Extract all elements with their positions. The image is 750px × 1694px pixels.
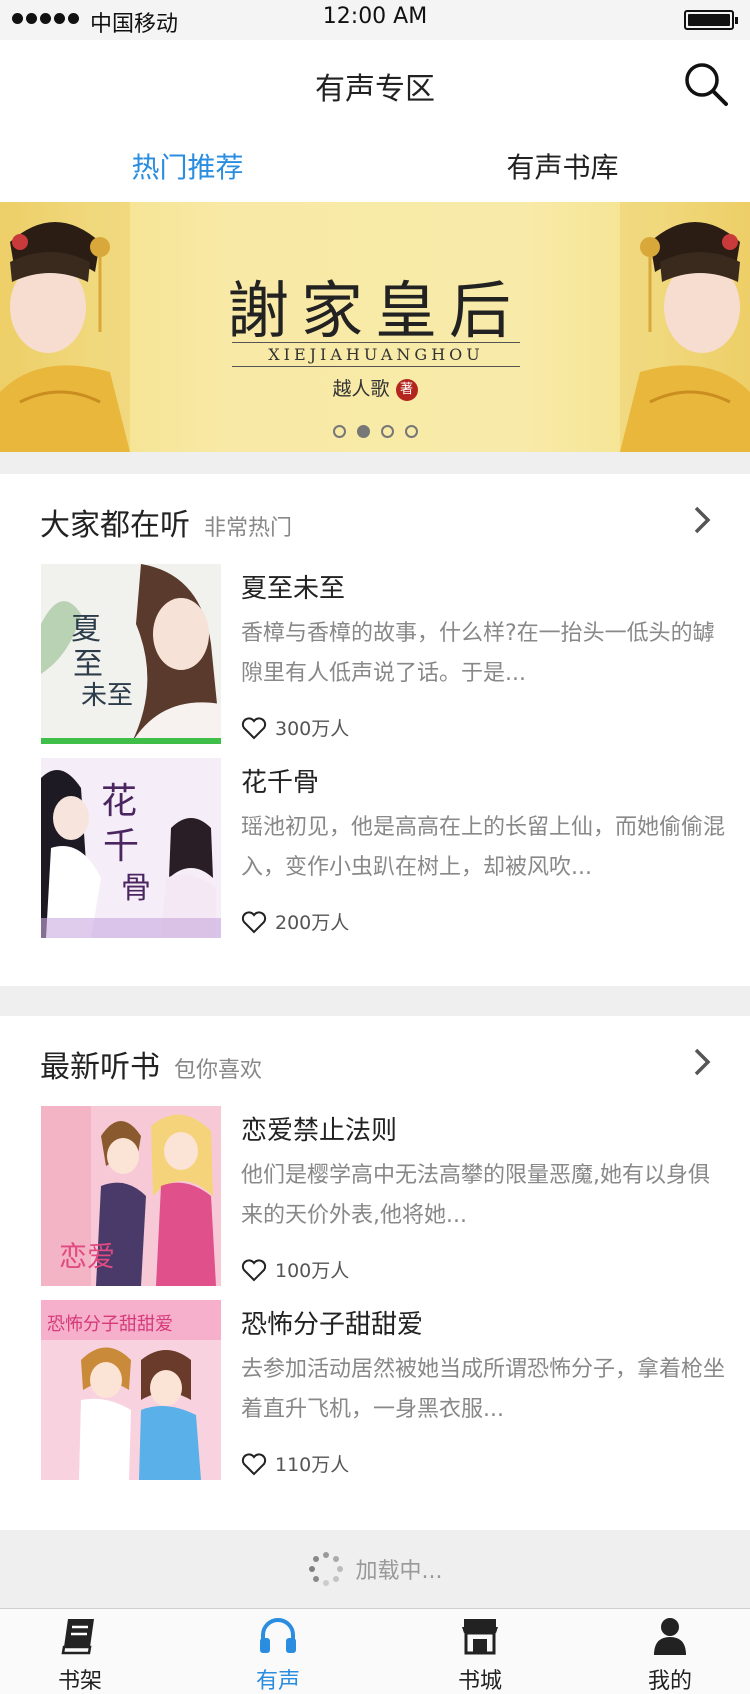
loading-indicator: 加载中... xyxy=(0,1530,750,1608)
heart-icon[interactable] xyxy=(241,1452,267,1476)
tab-audio-library[interactable]: 有声书库 xyxy=(375,130,750,202)
nav-label: 我的 xyxy=(647,1669,692,1694)
svg-text:花: 花 xyxy=(101,781,137,822)
page-title: 有声专区 xyxy=(315,72,435,107)
book-description: 瑶池初见，他是高高在上的长留上仙，而她偷偷混入，变作小虫趴在树上，却被风吹... xyxy=(241,815,726,880)
section-latest: 最新听书 包你喜欢 恋爱 恋爱禁止法则 他们是樱学高中无法高攀的限量恶魔,她有以… xyxy=(0,1016,750,1530)
person-icon xyxy=(654,1618,686,1655)
book-title[interactable]: 花千骨 xyxy=(241,762,319,799)
chevron-right-icon[interactable] xyxy=(690,1046,714,1078)
heart-icon[interactable] xyxy=(241,910,267,934)
book-icon xyxy=(61,1619,94,1655)
headphones-icon xyxy=(260,1618,296,1653)
book-cover-image[interactable]: 夏 至 未至 xyxy=(41,564,221,744)
search-button[interactable] xyxy=(682,60,730,108)
list-item[interactable]: 恋爱 恋爱禁止法则 他们是樱学高中无法高攀的限量恶魔,她有以身俱来的天价外表,他… xyxy=(0,1106,750,1296)
likes-value: 300万人 xyxy=(275,718,350,740)
nav-profile[interactable]: 我的 xyxy=(610,1613,730,1694)
likes-value: 110万人 xyxy=(275,1454,350,1476)
carousel-dot[interactable] xyxy=(404,425,418,438)
carousel-dot-active[interactable] xyxy=(356,425,370,438)
heart-icon[interactable] xyxy=(241,1258,267,1282)
banner-carousel[interactable]: 謝家皇后 XIEJIAHUANGHOU 越人歌著 xyxy=(0,202,750,452)
bottom-navigation: 书架 有声 书城 我的 xyxy=(0,1608,750,1694)
svg-text:未至: 未至 xyxy=(81,681,133,711)
svg-text:至: 至 xyxy=(73,647,103,682)
section-popular: 大家都在听 非常热门 夏 至 未至 夏至未至 香樟与香樟的故事，什么样?在一抬头… xyxy=(0,474,750,986)
section-header[interactable]: 最新听书 包你喜欢 xyxy=(40,1042,262,1086)
section-divider xyxy=(0,452,750,474)
book-cover-image[interactable]: 恐怖分子甜甜爱 xyxy=(41,1300,221,1480)
svg-text:恐怖分子甜甜爱: 恐怖分子甜甜爱 xyxy=(47,1314,173,1335)
list-item[interactable]: 花 千 骨 花千骨 瑶池初见，他是高高在上的长留上仙，而她偷偷混入，变作小虫趴在… xyxy=(0,758,750,948)
nav-bookshelf[interactable]: 书架 xyxy=(20,1613,140,1694)
banner-author-name: 越人歌 xyxy=(332,378,390,400)
section-subtitle: 非常热门 xyxy=(204,516,293,541)
battery-icon xyxy=(684,10,738,30)
nav-audio[interactable]: 有声 xyxy=(218,1613,338,1694)
book-description: 香樟与香樟的故事，什么样?在一抬头一低头的罅隙里有人低声说了话。于是... xyxy=(241,621,715,686)
book-description: 去参加活动居然被她当成所谓恐怖分子，拿着枪坐着直升飞机，一身黑衣服... xyxy=(241,1357,726,1422)
nav-label: 书城 xyxy=(457,1669,502,1694)
tab-hot-recommend[interactable]: 热门推荐 xyxy=(0,130,375,202)
banner-title: 謝家皇后 xyxy=(226,274,523,347)
book-description: 他们是樱学高中无法高攀的限量恶魔,她有以身俱来的天价外表,他将她... xyxy=(241,1163,710,1228)
list-item[interactable]: 恐怖分子甜甜爱 恐怖分子甜甜爱 去参加活动居然被她当成所谓恐怖分子，拿着枪坐着直… xyxy=(0,1300,750,1490)
section-subtitle: 包你喜欢 xyxy=(174,1058,263,1083)
likes-count: 100万人 xyxy=(241,1256,349,1283)
svg-text:骨: 骨 xyxy=(121,871,151,906)
heart-icon[interactable] xyxy=(241,716,267,740)
spinner-icon xyxy=(308,1552,343,1586)
svg-text:千: 千 xyxy=(103,826,139,867)
status-bar: 中国移动 12:00 AM xyxy=(0,0,750,40)
chevron-right-icon[interactable] xyxy=(690,504,714,536)
banner-pinyin: XIEJIAHUANGHOU xyxy=(232,342,520,367)
book-title[interactable]: 夏至未至 xyxy=(241,568,345,605)
section-header[interactable]: 大家都在听 非常热门 xyxy=(40,500,292,544)
book-title[interactable]: 恋爱禁止法则 xyxy=(241,1110,397,1147)
search-icon xyxy=(685,63,728,106)
section-divider xyxy=(0,986,750,1016)
nav-label: 有声 xyxy=(255,1669,300,1694)
book-cover-image[interactable]: 花 千 骨 xyxy=(41,758,221,938)
loading-text: 加载中... xyxy=(355,1559,443,1584)
carousel-indicator xyxy=(0,425,750,438)
tab-bar: 热门推荐 有声书库 xyxy=(0,130,750,202)
svg-text:恋爱: 恋爱 xyxy=(59,1240,115,1273)
app-header: 有声专区 xyxy=(0,40,750,130)
likes-count: 110万人 xyxy=(241,1450,349,1477)
author-seal-badge: 著 xyxy=(395,379,418,401)
likes-count: 200万人 xyxy=(241,908,349,935)
status-time: 12:00 AM xyxy=(322,4,428,29)
likes-value: 200万人 xyxy=(275,912,350,934)
store-icon xyxy=(462,1619,498,1655)
section-title: 最新听书 xyxy=(40,1050,160,1085)
likes-value: 100万人 xyxy=(275,1260,350,1282)
likes-count: 300万人 xyxy=(241,714,349,741)
list-item[interactable]: 夏 至 未至 夏至未至 香樟与香樟的故事，什么样?在一抬头一低头的罅隙里有人低声… xyxy=(0,564,750,754)
nav-label: 书架 xyxy=(57,1669,102,1694)
banner-author: 越人歌著 xyxy=(0,374,750,401)
nav-bookstore[interactable]: 书城 xyxy=(420,1613,540,1694)
svg-text:夏: 夏 xyxy=(71,612,101,647)
carousel-dot[interactable] xyxy=(380,425,394,438)
section-title: 大家都在听 xyxy=(40,508,190,543)
book-cover-image[interactable]: 恋爱 xyxy=(41,1106,221,1286)
carousel-dot[interactable] xyxy=(332,425,346,438)
book-title[interactable]: 恐怖分子甜甜爱 xyxy=(241,1304,423,1341)
